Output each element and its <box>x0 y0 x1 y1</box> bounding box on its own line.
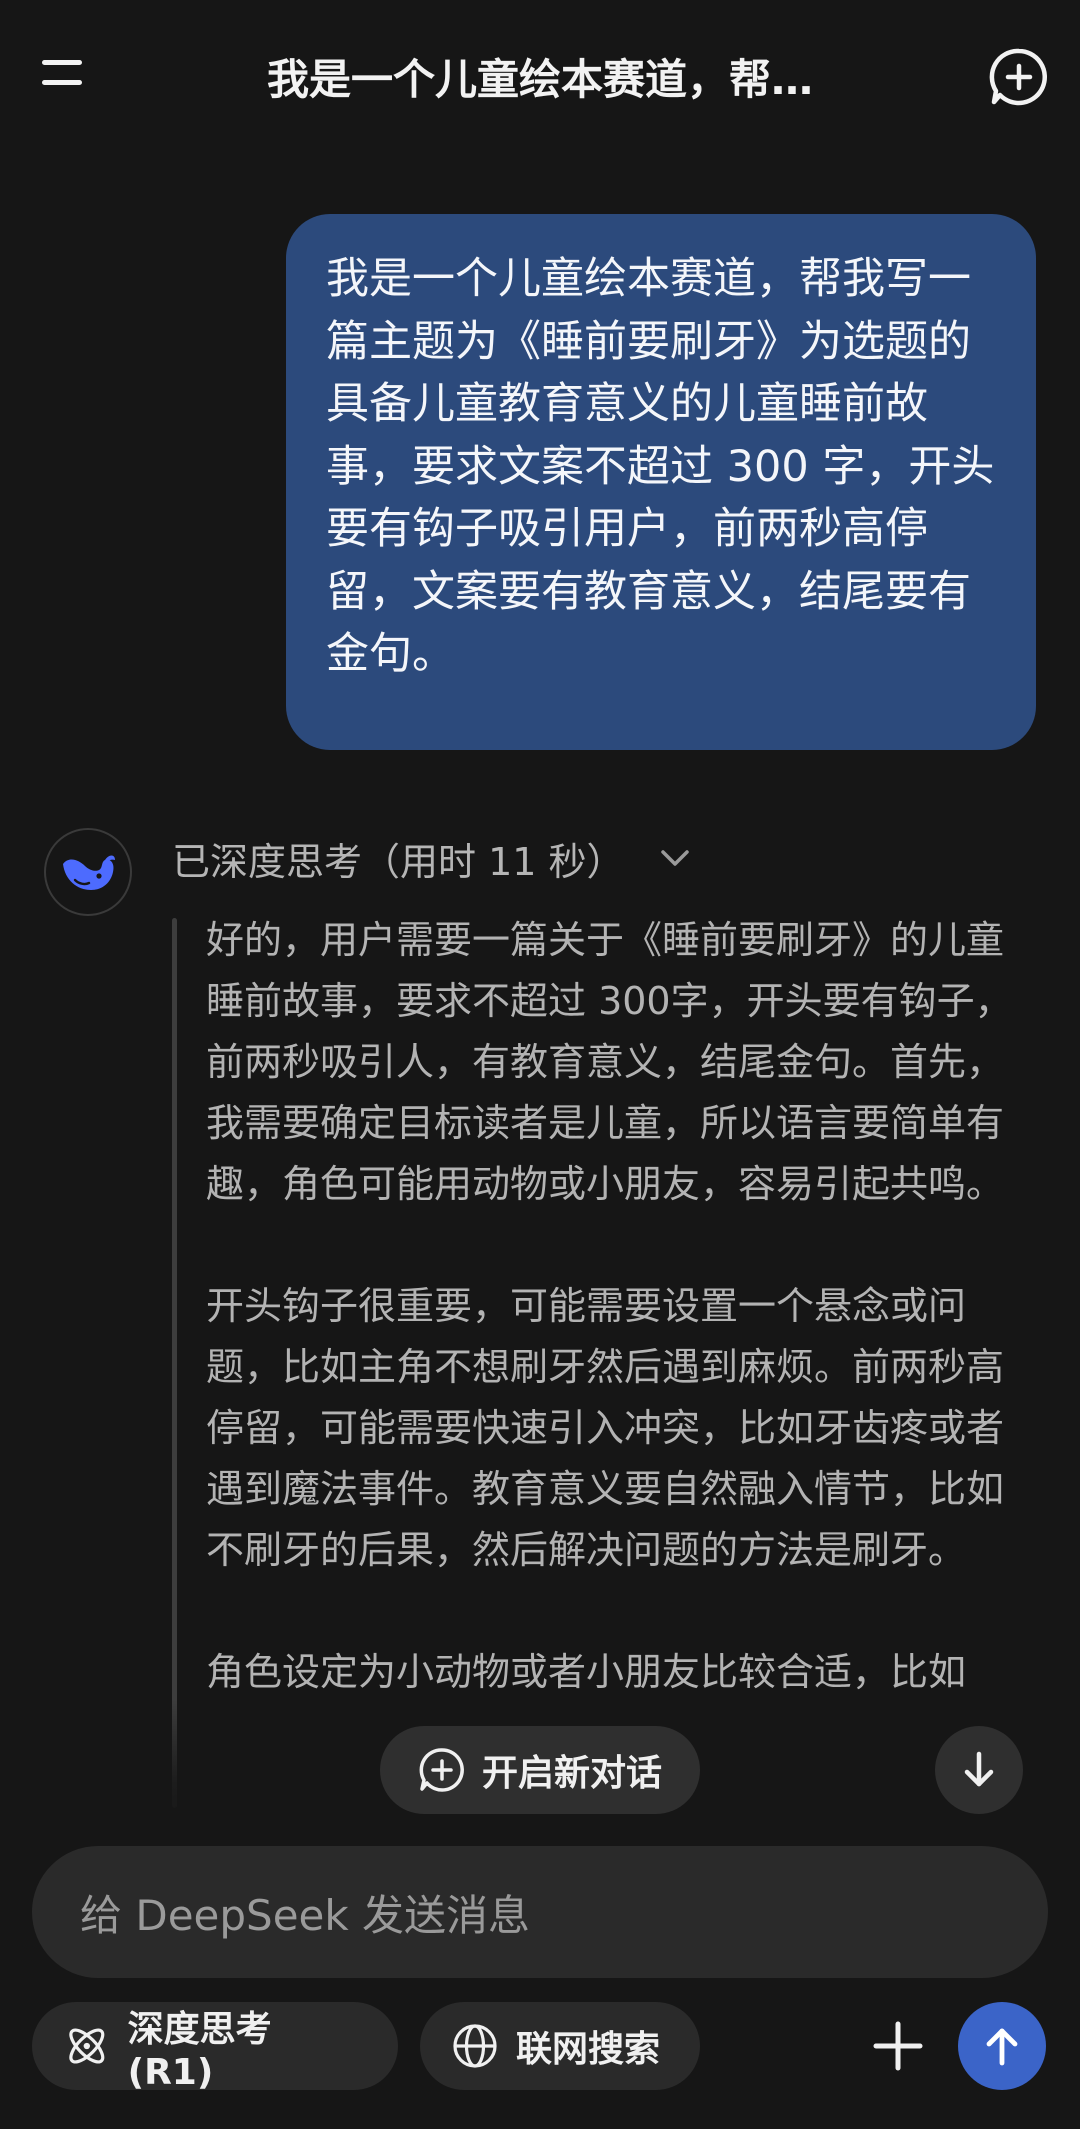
thinking-paragraph: 角色设定为小动物或者小朋友比较合适，比如 <box>206 1650 967 1694</box>
thinking-paragraph: 好的，用户需要一篇关于《睡前要刷牙》的儿童睡前故事，要求不超过 300字，开头要… <box>206 918 1013 1206</box>
message-input-placeholder: 给 DeepSeek 发送消息 <box>80 1890 531 1940</box>
chevron-down-icon <box>660 850 689 866</box>
thinking-paragraph: 开头钩子很重要，可能需要设置一个悬念或问题，比如主角不想刷牙然后遇到麻烦。前两秒… <box>206 1284 1005 1572</box>
deepseek-whale-icon <box>44 828 132 916</box>
atom-icon <box>69 2028 105 2064</box>
menu-icon[interactable] <box>36 52 96 96</box>
arrow-up-icon <box>986 2028 1018 2066</box>
web-search-button[interactable]: 联网搜索 <box>420 2002 700 2090</box>
user-message-bubble: 我是一个儿童绘本赛道，帮我写一篇主题为《睡前要刷牙》为选题的具备儿童教育意义的儿… <box>286 214 1036 750</box>
new-conversation-label: 开启新对话 <box>481 1753 662 1794</box>
conversation-title: 我是一个儿童绘本赛道，帮… <box>266 55 813 104</box>
thinking-quote-bar <box>172 918 177 1808</box>
top-bar: 我是一个儿童绘本赛道，帮… <box>0 0 1080 150</box>
deep-think-toggle[interactable]: 已深度思考（用时 11 秒） <box>172 828 695 888</box>
think-duration-label: 已深度思考（用时 11 秒） <box>172 839 625 884</box>
arrow-down-icon <box>964 1751 994 1787</box>
scroll-to-bottom-button[interactable] <box>935 1726 1023 1814</box>
new-chat-icon[interactable] <box>988 46 1050 108</box>
globe-icon <box>453 2024 497 2068</box>
deep-think-label: 深度思考 (R1) <box>127 2008 272 2093</box>
thinking-content: 好的，用户需要一篇关于《睡前要刷牙》的儿童睡前故事，要求不超过 300字，开头要… <box>206 910 1016 1815</box>
message-input[interactable]: 给 DeepSeek 发送消息 <box>32 1846 1048 1978</box>
plus-icon[interactable] <box>860 2008 936 2084</box>
chat-screen: 我是一个儿童绘本赛道，帮… 我是一个儿童绘本赛道，帮我写一篇主题为《睡前要刷牙》… <box>0 0 1080 2129</box>
deep-think-r1-button[interactable]: 深度思考 (R1) <box>32 2002 398 2093</box>
new-chat-icon <box>419 1748 464 1792</box>
new-conversation-button[interactable]: 开启新对话 <box>380 1726 700 1814</box>
send-button[interactable] <box>958 2002 1046 2090</box>
web-search-label: 联网搜索 <box>516 2029 661 2070</box>
